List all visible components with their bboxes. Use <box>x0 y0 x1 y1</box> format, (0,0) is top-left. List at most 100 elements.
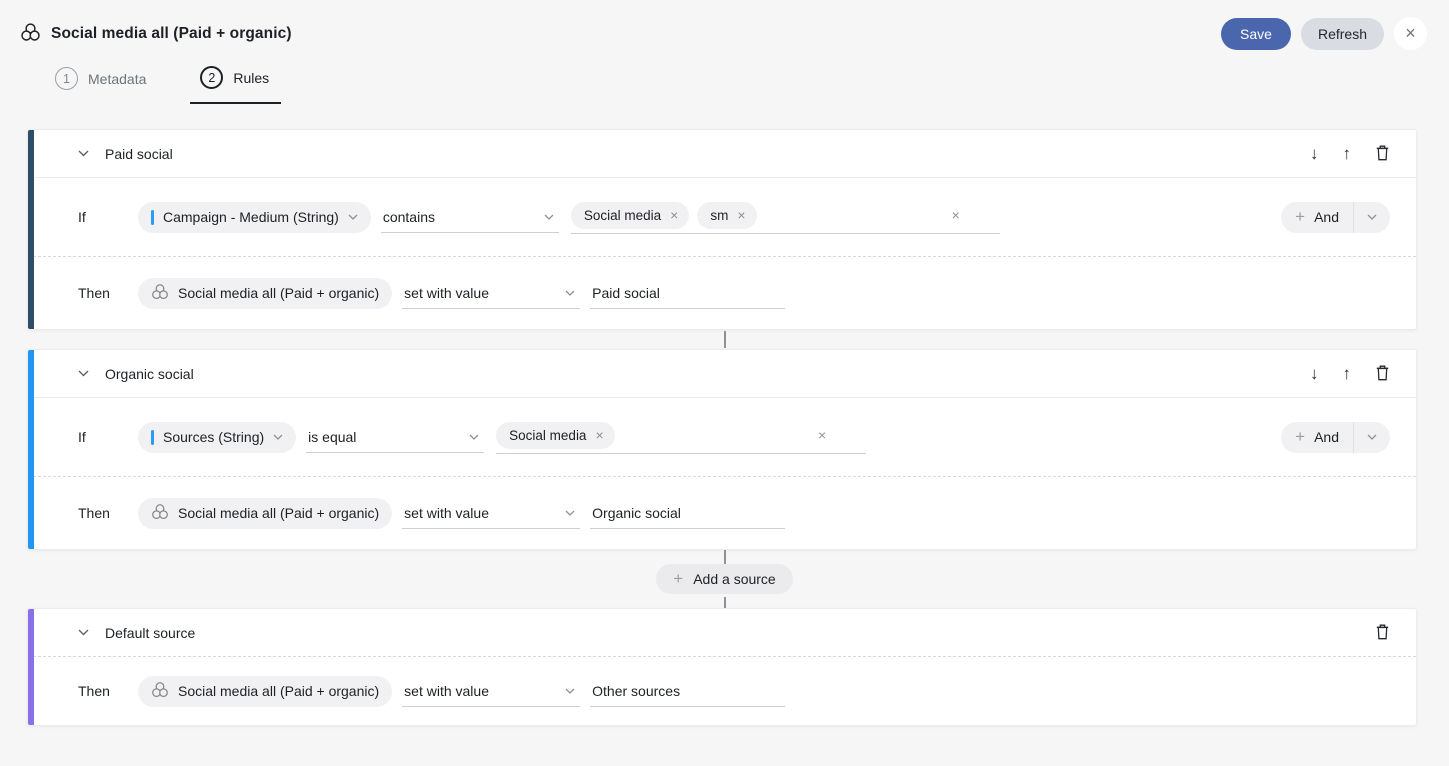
top-bar: Social media all (Paid + organic) Save R… <box>0 0 1449 50</box>
dimension-select-value: Campaign - Medium (String) <box>163 209 339 225</box>
tab-label: Metadata <box>88 71 146 87</box>
chevron-down-icon[interactable] <box>78 150 89 157</box>
value-chip[interactable]: Social media × <box>571 202 689 229</box>
operator-select[interactable]: contains <box>381 202 559 233</box>
arrow-up-icon: ↑ <box>1343 145 1352 162</box>
action-select[interactable]: set with value <box>402 498 580 529</box>
arrow-down-icon: ↓ <box>1310 145 1319 162</box>
action-label: Then <box>78 285 138 301</box>
condition-values-input[interactable]: Social media × × <box>496 421 866 454</box>
close-icon: × <box>1405 23 1416 44</box>
rule-accent-bar <box>28 609 34 725</box>
rule-card-paid-social: Paid social ↓ ↑ If Campaign - Medium (St… <box>27 129 1417 330</box>
refresh-button[interactable]: Refresh <box>1301 18 1384 50</box>
action-label: Then <box>78 683 138 699</box>
action-select-value: set with value <box>404 683 489 699</box>
trash-icon <box>1375 144 1390 164</box>
output-value-input[interactable]: Paid social <box>590 278 785 309</box>
dimension-icon <box>151 503 169 524</box>
operator-select[interactable]: is equal <box>306 422 484 453</box>
action-select-value: set with value <box>404 285 489 301</box>
step-tabs: 1 Metadata 2 Rules <box>45 62 1449 104</box>
dimension-select-value: Sources (String) <box>163 429 264 445</box>
rule-title: Default source <box>105 625 195 641</box>
target-dimension-label: Social media all (Paid + organic) <box>178 683 379 699</box>
move-rule-down-button[interactable]: ↓ <box>1310 145 1319 162</box>
arrow-up-icon: ↑ <box>1343 365 1352 382</box>
move-rule-down-button[interactable]: ↓ <box>1310 365 1319 382</box>
chevron-down-icon <box>544 214 554 220</box>
clear-values-icon[interactable]: × <box>952 208 960 222</box>
action-label: Then <box>78 505 138 521</box>
condition-values-input[interactable]: Social media × sm × × <box>571 201 1000 234</box>
value-chip-label: Social media <box>584 208 661 223</box>
tab-label: Rules <box>233 70 269 86</box>
target-dimension-pill[interactable]: Social media all (Paid + organic) <box>138 676 392 707</box>
operator-select-value: contains <box>383 209 435 225</box>
value-chip-label: Social media <box>509 428 586 443</box>
chevron-down-icon <box>348 214 358 220</box>
tab-rules[interactable]: 2 Rules <box>190 62 281 104</box>
condition-label: If <box>78 429 138 445</box>
remove-chip-icon[interactable]: × <box>595 428 603 442</box>
dimension-icon <box>151 681 169 702</box>
dimension-select[interactable]: Sources (String) <box>138 422 296 453</box>
output-value-input[interactable]: Other sources <box>590 676 785 707</box>
rule-connector-line <box>0 330 1449 349</box>
dimension-marker-icon <box>151 430 154 445</box>
clear-values-icon[interactable]: × <box>818 428 826 442</box>
add-condition-and-button[interactable]: + And <box>1281 202 1390 233</box>
and-button-label: And <box>1314 209 1339 225</box>
add-source-button[interactable]: + Add a source <box>656 564 792 594</box>
close-button[interactable]: × <box>1394 17 1427 50</box>
action-select-value: set with value <box>404 505 489 521</box>
rule-card-organic-social: Organic social ↓ ↑ If Sources (String) i… <box>27 349 1417 550</box>
save-button[interactable]: Save <box>1221 18 1291 50</box>
arrow-down-icon: ↓ <box>1310 365 1319 382</box>
chevron-down-icon <box>565 290 575 296</box>
trash-icon <box>1375 623 1390 643</box>
move-rule-up-button[interactable]: ↑ <box>1343 145 1352 162</box>
delete-rule-button[interactable] <box>1375 364 1390 384</box>
tab-metadata[interactable]: 1 Metadata <box>45 62 158 104</box>
output-value-input[interactable]: Organic social <box>590 498 785 529</box>
move-rule-up-button[interactable]: ↑ <box>1343 365 1352 382</box>
action-select[interactable]: set with value <box>402 676 580 707</box>
chevron-down-icon[interactable] <box>78 629 89 636</box>
dimension-select[interactable]: Campaign - Medium (String) <box>138 202 371 233</box>
dimension-marker-icon <box>151 210 154 225</box>
plus-icon: + <box>1295 207 1305 227</box>
add-source-area: + Add a source <box>0 550 1449 608</box>
operator-select-value: is equal <box>308 429 356 445</box>
rules-area: Paid social ↓ ↑ If Campaign - Medium (St… <box>0 129 1449 726</box>
chevron-down-icon[interactable] <box>78 370 89 377</box>
dimension-icon <box>151 283 169 304</box>
add-condition-and-button[interactable]: + And <box>1281 422 1390 453</box>
value-chip[interactable]: Social media × <box>496 422 614 449</box>
step-number-badge: 2 <box>200 66 223 89</box>
value-chip-label: sm <box>710 208 728 223</box>
delete-rule-button[interactable] <box>1375 623 1390 643</box>
and-options-caret[interactable] <box>1354 422 1390 453</box>
and-options-caret[interactable] <box>1354 202 1390 233</box>
condition-label: If <box>78 209 138 225</box>
chevron-down-icon <box>565 688 575 694</box>
trash-icon <box>1375 364 1390 384</box>
rule-accent-bar <box>28 130 34 329</box>
plus-icon: + <box>673 569 683 589</box>
add-source-label: Add a source <box>693 571 776 587</box>
rule-title: Paid social <box>105 146 173 162</box>
chevron-down-icon <box>469 434 479 440</box>
rule-title: Organic social <box>105 366 194 382</box>
rule-card-default-source: Default source Then Social media all (Pa… <box>27 608 1417 726</box>
remove-chip-icon[interactable]: × <box>737 208 745 222</box>
delete-rule-button[interactable] <box>1375 144 1390 164</box>
action-select[interactable]: set with value <box>402 278 580 309</box>
target-dimension-label: Social media all (Paid + organic) <box>178 285 379 301</box>
target-dimension-pill[interactable]: Social media all (Paid + organic) <box>138 278 392 309</box>
remove-chip-icon[interactable]: × <box>670 208 678 222</box>
target-dimension-pill[interactable]: Social media all (Paid + organic) <box>138 498 392 529</box>
target-dimension-label: Social media all (Paid + organic) <box>178 505 379 521</box>
and-button-label: And <box>1314 429 1339 445</box>
value-chip[interactable]: sm × <box>697 202 756 229</box>
